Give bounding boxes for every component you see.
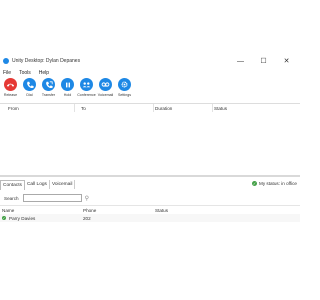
tab-strip: Contacts Call Logs Voicemail [0, 180, 76, 190]
dial-icon [23, 78, 36, 91]
search-label: Search [4, 195, 19, 201]
window-controls: — ☐ ✕ [229, 54, 298, 68]
search-row: Search ⚲ [0, 192, 300, 204]
settings-label: Settings [118, 93, 131, 97]
voicemail-icon [99, 78, 112, 91]
conference-icon [80, 78, 93, 91]
title-bar: Unity Desktop: Dylan Depanes — ☐ ✕ [0, 54, 300, 68]
hold-label: Hold [63, 93, 72, 97]
search-input[interactable] [22, 194, 82, 202]
dial-label: Dial [26, 93, 33, 97]
hold-button[interactable]: Hold [58, 77, 77, 97]
minimize-button[interactable]: — [229, 54, 252, 68]
column-header-from[interactable]: From [0, 104, 75, 112]
my-status-label: My status: in office [259, 181, 297, 186]
menu-bar: File Tools Help [0, 68, 300, 77]
active-calls-table: From To Duration Status [0, 103, 300, 176]
column-header-to[interactable]: To [75, 104, 154, 112]
menu-file[interactable]: File [0, 70, 16, 76]
tab-call-logs[interactable]: Call Logs [25, 180, 50, 189]
transfer-icon [42, 78, 55, 91]
voicemail-label: Voicemail [97, 93, 114, 97]
directory-pane: Contacts Call Logs Voicemail ✓ My status… [0, 177, 300, 272]
column-header-phone[interactable]: Phone [83, 206, 96, 214]
search-icon[interactable]: ⚲ [85, 195, 89, 202]
menu-help[interactable]: Help [36, 70, 54, 76]
settings-icon [118, 78, 131, 91]
app-logo-icon [3, 58, 9, 64]
close-button[interactable]: ✕ [275, 54, 298, 68]
column-header-status[interactable]: Status [213, 104, 300, 112]
dial-button[interactable]: Dial [20, 77, 39, 97]
toolbar: Release Dial Transfer Hold Conference Vo… [0, 77, 300, 103]
column-header-contact-status[interactable]: Status [155, 206, 168, 214]
contact-name-cell: ✓ Parry Davies [2, 214, 35, 222]
column-header-duration[interactable]: Duration [154, 104, 213, 112]
contact-phone: 202 [83, 215, 91, 221]
voicemail-button[interactable]: Voicemail [96, 77, 115, 97]
hold-icon [61, 78, 74, 91]
table-row[interactable]: ✓ Parry Davies 202 [0, 214, 300, 222]
window-title: Unity Desktop: Dylan Depanes [12, 58, 81, 64]
release-button[interactable]: Release [1, 77, 20, 97]
release-label: Release [3, 93, 18, 97]
release-icon [4, 78, 17, 91]
tab-voicemail[interactable]: Voicemail [50, 180, 76, 189]
settings-button[interactable]: Settings [115, 77, 134, 97]
column-header-name[interactable]: Name [2, 206, 14, 214]
menu-tools[interactable]: Tools [16, 70, 36, 76]
conference-button[interactable]: Conference [77, 77, 96, 97]
tab-contacts[interactable]: Contacts [0, 180, 25, 190]
app-window: Unity Desktop: Dylan Depanes — ☐ ✕ File … [0, 54, 300, 272]
status-check-icon: ✓ [252, 181, 258, 186]
transfer-button[interactable]: Transfer [39, 77, 58, 97]
transfer-label: Transfer [41, 93, 56, 97]
contact-name: Parry Davies [9, 215, 36, 221]
my-status[interactable]: ✓ My status: in office [252, 181, 297, 186]
maximize-button[interactable]: ☐ [252, 54, 275, 68]
presence-check-icon: ✓ [2, 216, 6, 220]
conference-label: Conference [77, 93, 96, 97]
